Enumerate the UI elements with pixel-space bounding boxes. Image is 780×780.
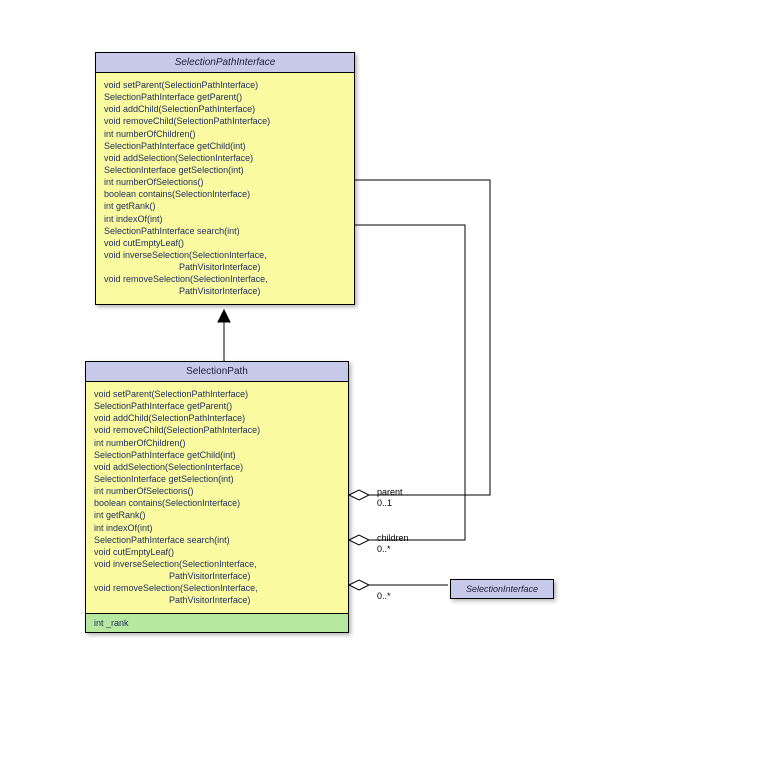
method-line: PathVisitorInterface) (94, 570, 340, 582)
method-line: SelectionPathInterface getChild(int) (94, 449, 340, 461)
method-line: boolean contains(SelectionInterface) (94, 497, 340, 509)
method-line: int numberOfSelections() (94, 485, 340, 497)
method-line: void addChild(SelectionPathInterface) (104, 103, 346, 115)
method-line: void addChild(SelectionPathInterface) (94, 412, 340, 424)
class-methods: void setParent(SelectionPathInterface)Se… (86, 382, 348, 613)
method-line: SelectionPathInterface search(int) (94, 534, 340, 546)
class-selectionpath: SelectionPath void setParent(SelectionPa… (85, 361, 349, 633)
class-title: SelectionPath (86, 362, 348, 382)
method-line: int numberOfSelections() (104, 176, 346, 188)
class-selectioninterface: SelectionInterface (450, 579, 554, 599)
method-line: void inverseSelection(SelectionInterface… (94, 558, 340, 570)
method-line: int indexOf(int) (104, 213, 346, 225)
method-line: int numberOfChildren() (104, 128, 346, 140)
method-line: PathVisitorInterface) (94, 594, 340, 606)
method-line: void removeSelection(SelectionInterface, (94, 582, 340, 594)
method-line: int getRank() (94, 509, 340, 521)
method-line: int indexOf(int) (94, 522, 340, 534)
class-attributes: int _rank (86, 613, 348, 632)
method-line: SelectionInterface getSelection(int) (94, 473, 340, 485)
label-sel-mult: 0..* (377, 591, 391, 601)
method-line: void setParent(SelectionPathInterface) (94, 388, 340, 400)
method-line: void removeSelection(SelectionInterface, (104, 273, 346, 285)
method-line: SelectionPathInterface search(int) (104, 225, 346, 237)
method-line: void addSelection(SelectionInterface) (94, 461, 340, 473)
class-selectionpathinterface: SelectionPathInterface void setParent(Se… (95, 52, 355, 305)
label-parent: parent (377, 487, 403, 497)
label-children: children (377, 533, 409, 543)
method-line: SelectionPathInterface getParent() (94, 400, 340, 412)
method-line: void setParent(SelectionPathInterface) (104, 79, 346, 91)
method-line: void removeChild(SelectionPathInterface) (94, 424, 340, 436)
method-line: void cutEmptyLeaf() (104, 237, 346, 249)
method-line: void addSelection(SelectionInterface) (104, 152, 346, 164)
label-parent-mult: 0..1 (377, 498, 392, 508)
method-line: SelectionInterface getSelection(int) (104, 164, 346, 176)
method-line: PathVisitorInterface) (104, 285, 346, 297)
method-line: boolean contains(SelectionInterface) (104, 188, 346, 200)
class-title: SelectionPathInterface (96, 53, 354, 73)
class-methods: void setParent(SelectionPathInterface)Se… (96, 73, 354, 304)
method-line: void removeChild(SelectionPathInterface) (104, 115, 346, 127)
method-line: PathVisitorInterface) (104, 261, 346, 273)
method-line: int numberOfChildren() (94, 437, 340, 449)
method-line: SelectionPathInterface getParent() (104, 91, 346, 103)
method-line: SelectionPathInterface getChild(int) (104, 140, 346, 152)
method-line: void inverseSelection(SelectionInterface… (104, 249, 346, 261)
method-line: void cutEmptyLeaf() (94, 546, 340, 558)
method-line: int getRank() (104, 200, 346, 212)
label-children-mult: 0..* (377, 544, 391, 554)
